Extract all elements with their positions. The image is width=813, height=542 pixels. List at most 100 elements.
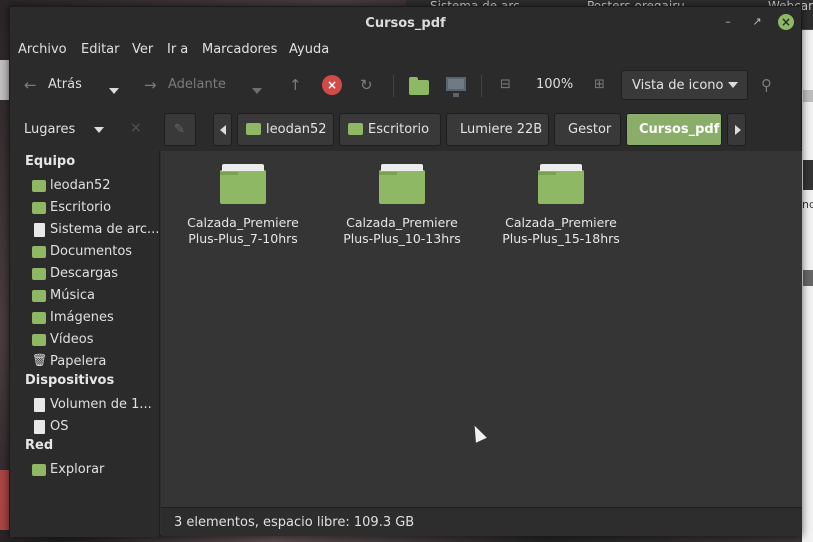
desktop-folder-icon — [32, 202, 46, 214]
folder-name: Calzada_Premiere Plus-Plus_10-13hrs — [327, 215, 477, 247]
path-scroll-left-button[interactable] — [213, 113, 232, 146]
menu-ver[interactable]: Ver — [132, 42, 153, 57]
desktop-wallpaper-fragment — [0, 470, 9, 530]
crumb-gestor[interactable]: Gestor — [554, 113, 621, 146]
up-arrow-icon[interactable]: ↑ — [289, 75, 302, 95]
sidebar-item-label: Explorar — [50, 462, 105, 477]
sidebar-item-documentos[interactable]: Documentos — [32, 242, 158, 264]
sidebar-item-imagenes[interactable]: Imágenes — [32, 308, 158, 330]
background-text: nd — [802, 198, 813, 211]
zoom-in-icon[interactable]: ⊞ — [594, 75, 605, 95]
zoom-out-icon[interactable]: ⊟ — [500, 75, 511, 95]
music-folder-icon — [32, 290, 46, 302]
view-mode-select[interactable]: Vista de icono — [621, 70, 748, 100]
chevron-left-icon — [220, 125, 226, 135]
path-scroll-right-button[interactable] — [727, 113, 746, 146]
pictures-folder-icon — [32, 312, 46, 324]
sidebar: Equipo leodan52 Escritorio Sistema de ar… — [10, 151, 160, 537]
sidebar-item-os[interactable]: OS — [32, 417, 158, 439]
folder-name: Calzada_Premiere Plus-Plus_15-18hrs — [486, 215, 636, 247]
home-icon — [246, 123, 261, 135]
back-arrow-icon: ← — [24, 76, 37, 94]
folder-name-line: Plus-Plus_15-18hrs — [502, 231, 620, 246]
window-title: Cursos_pdf — [365, 16, 446, 31]
drive-icon — [34, 223, 45, 237]
crumb-lumiere-22b[interactable]: Lumiere 22B — [446, 113, 549, 146]
sidebar-item-label: Vídeos — [50, 332, 94, 347]
back-history-dropdown-icon[interactable] — [109, 88, 119, 94]
sidebar-item-papelera[interactable]: 🗑 Papelera — [32, 352, 158, 374]
chevron-down-icon — [728, 82, 738, 88]
folder-item[interactable]: Calzada_Premiere Plus-Plus_10-13hrs — [327, 164, 477, 255]
folder-name-line: Plus-Plus_7-10hrs — [188, 231, 298, 246]
minimize-button[interactable]: – — [721, 15, 735, 29]
file-view[interactable]: Calzada_Premiere Plus-Plus_7-10hrs Calza… — [161, 151, 802, 507]
toolbar: ← Atrás → Adelante ↑ × ↻ ⊟ 100% ⊞ Vista … — [10, 63, 801, 107]
maximize-button[interactable]: ↗ — [750, 15, 764, 29]
crumb-cursos-pdf[interactable]: Cursos_pdf — [626, 113, 722, 146]
back-button[interactable]: Atrás — [48, 75, 82, 95]
reload-icon[interactable]: ↻ — [360, 75, 373, 95]
sidebar-item-label: Volumen de 1... — [50, 397, 152, 412]
desktop-wallpaper-fragment — [0, 60, 9, 100]
titlebar[interactable]: Cursos_pdf – ↗ × — [10, 7, 801, 37]
forward-button[interactable]: Adelante — [168, 75, 226, 95]
forward-history-dropdown-icon[interactable] — [252, 88, 262, 94]
pencil-icon: ✎ — [174, 122, 185, 137]
crumb-label: leodan52 — [266, 122, 327, 137]
stop-icon[interactable]: × — [322, 75, 342, 95]
zoom-level[interactable]: 100% — [536, 75, 573, 95]
sidebar-item-sistema-de-archivos[interactable]: Sistema de arc... — [32, 220, 158, 242]
background-fragment — [803, 90, 813, 102]
home-folder-icon[interactable] — [409, 77, 429, 95]
folder-item[interactable]: Calzada_Premiere Plus-Plus_15-18hrs — [486, 164, 636, 255]
toolbar-separator — [393, 75, 394, 97]
toggle-location-entry-button[interactable]: ✎ — [164, 113, 196, 146]
sidebar-item-label: Sistema de arc... — [50, 222, 158, 237]
background-window-edge: nd — [802, 30, 813, 542]
menu-ayuda[interactable]: Ayuda — [289, 42, 329, 57]
menu-archivo[interactable]: Archivo — [18, 42, 67, 57]
crumb-escritorio[interactable]: Escritorio — [339, 113, 441, 146]
folder-name-line: Calzada_Premiere — [187, 215, 299, 230]
menubar: Archivo Editar Ver Ir a Marcadores Ayuda — [10, 37, 801, 63]
sidebar-section-dispositivos: Dispositivos — [25, 373, 115, 388]
folder-item[interactable]: Calzada_Premiere Plus-Plus_7-10hrs — [168, 164, 318, 255]
sidebar-item-videos[interactable]: Vídeos — [32, 330, 158, 352]
folder-name-line: Calzada_Premiere — [505, 215, 617, 230]
file-manager-window: Cursos_pdf – ↗ × Archivo Editar Ver Ir a… — [9, 6, 802, 537]
close-sidebar-icon[interactable]: × — [130, 120, 142, 136]
folder-icon — [379, 164, 425, 204]
sidebar-item-label: Escritorio — [50, 200, 112, 215]
drive-icon — [34, 398, 45, 412]
folder-icon — [220, 164, 266, 204]
crumb-leodan52[interactable]: leodan52 — [237, 113, 334, 146]
menu-editar[interactable]: Editar — [81, 42, 120, 57]
sidebar-item-label: Documentos — [50, 244, 133, 259]
home-icon — [32, 180, 46, 192]
background-fragment — [803, 160, 813, 190]
sidebar-item-volumen[interactable]: Volumen de 1... — [32, 395, 158, 417]
sidebar-type-select[interactable]: Lugares — [24, 122, 75, 137]
chevron-down-icon[interactable] — [94, 127, 104, 133]
sidebar-item-label: Descargas — [50, 266, 119, 281]
sidebar-item-descargas[interactable]: Descargas — [32, 264, 158, 286]
menu-ir-a[interactable]: Ir a — [167, 42, 188, 57]
menu-marcadores[interactable]: Marcadores — [202, 42, 277, 57]
sidebar-item-leodan52[interactable]: leodan52 — [32, 176, 158, 198]
close-button[interactable]: × — [778, 14, 794, 30]
chevron-right-icon — [735, 125, 741, 135]
folder-name-line: Plus-Plus_10-13hrs — [343, 231, 461, 246]
sidebar-item-explorar[interactable]: Explorar — [32, 460, 158, 482]
crumb-label: Escritorio — [368, 122, 430, 137]
sidebar-item-musica[interactable]: Música — [32, 286, 158, 308]
toolbar-separator — [481, 75, 482, 97]
sidebar-header: Lugares × — [10, 107, 160, 151]
search-icon[interactable]: ⚲ — [761, 75, 772, 95]
computer-icon[interactable] — [446, 77, 466, 97]
sidebar-item-escritorio[interactable]: Escritorio — [32, 198, 158, 220]
view-mode-value: Vista de icono — [632, 78, 724, 93]
sidebar-item-label: leodan52 — [50, 178, 111, 193]
videos-folder-icon — [32, 334, 46, 346]
sidebar-section-red: Red — [25, 438, 54, 453]
